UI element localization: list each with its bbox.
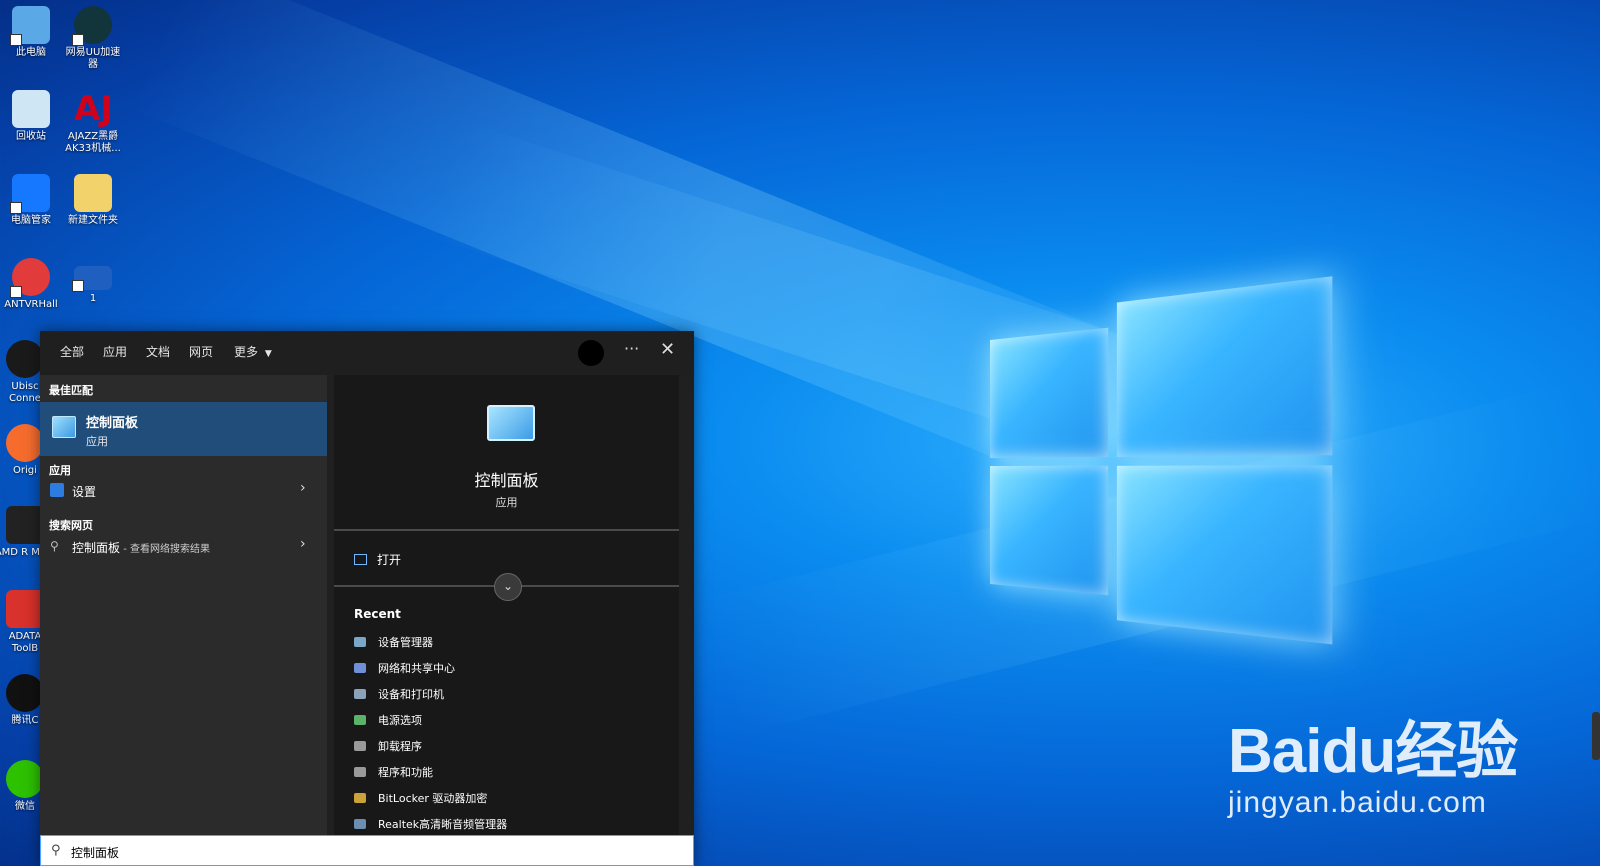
- power-icon: [354, 715, 366, 725]
- search-tabs-bar: 全部 应用 文档 网页 更多 ▼ ··· ✕: [40, 331, 694, 378]
- open-icon: [354, 554, 367, 565]
- amd-ryzen-icon: [6, 506, 44, 544]
- chevron-right-icon: ›: [300, 480, 306, 496]
- web-search-header: 搜索网页: [49, 519, 93, 532]
- edge-handle: [1592, 712, 1600, 760]
- avatar[interactable]: [578, 340, 604, 366]
- tab-documents[interactable]: 文档: [146, 343, 170, 360]
- preview-pane: 控制面板 应用 打开 ⌄ Recent 设备管理器 网络和共享中心 设备和打印机…: [334, 375, 679, 835]
- recent-item[interactable]: 卸载程序: [354, 738, 422, 754]
- control-panel-icon: [52, 416, 76, 438]
- search-icon: ⚲: [51, 843, 61, 858]
- recycle-bin-icon: [12, 90, 50, 128]
- caret-down-icon: ▼: [264, 349, 272, 359]
- recent-header: Recent: [354, 607, 401, 621]
- best-match-title: 控制面板: [86, 416, 139, 431]
- recent-item[interactable]: 设备管理器: [354, 634, 433, 650]
- tab-web[interactable]: 网页: [189, 343, 213, 360]
- open-action[interactable]: 打开: [354, 551, 401, 568]
- desktop-icon-recycle-bin[interactable]: 回收站: [0, 90, 62, 143]
- desktop-icon-new-folder[interactable]: 新建文件夹: [62, 174, 124, 227]
- recent-item[interactable]: BitLocker 驱动器加密: [354, 790, 487, 806]
- desktop-icon-this-pc[interactable]: 此电脑: [0, 6, 62, 59]
- tab-apps[interactable]: 应用: [103, 343, 127, 360]
- more-options-icon[interactable]: ···: [624, 339, 639, 358]
- printer-icon: [354, 689, 366, 699]
- ajazz-icon: AJ: [74, 89, 113, 129]
- preview-title: 控制面板: [474, 471, 539, 490]
- ubisoft-icon: [6, 340, 44, 378]
- best-match-subtitle: 应用: [86, 435, 108, 448]
- tab-more[interactable]: 更多 ▼: [234, 343, 272, 360]
- web-search-item[interactable]: ⚲ 控制面板 - 查看网络搜索结果 ›: [40, 533, 327, 561]
- bitlocker-key-icon: [354, 793, 366, 803]
- network-icon: [354, 663, 366, 673]
- gear-icon: [50, 483, 64, 497]
- pc-manager-icon: [10, 174, 50, 214]
- baidu-watermark: Baidu经验 jingyan.baidu.com: [1228, 717, 1518, 819]
- device-manager-icon: [354, 637, 366, 647]
- tab-all[interactable]: 全部: [49, 343, 95, 378]
- close-icon[interactable]: ✕: [660, 339, 675, 360]
- preview-subtitle: 应用: [495, 496, 518, 509]
- antvr-icon: [10, 258, 50, 298]
- search-icon: ⚲: [50, 539, 59, 553]
- best-match-header: 最佳匹配: [49, 384, 93, 397]
- uu-accelerator-icon: [72, 6, 112, 46]
- results-list: 最佳匹配 控制面板 应用 应用 设置 › 搜索网页 ⚲ 控制面板 - 查看网络搜…: [40, 375, 327, 835]
- divider: [334, 529, 679, 531]
- qq-icon: [6, 674, 44, 712]
- monitor-icon: [72, 266, 112, 292]
- best-match-item[interactable]: 控制面板 应用: [40, 402, 327, 456]
- apps-header: 应用: [49, 464, 71, 477]
- recent-item[interactable]: Realtek高清晰音频管理器: [354, 816, 507, 832]
- desktop-icon-uu[interactable]: 网易UU加速器: [62, 6, 124, 71]
- desktop-icon-pc-manager[interactable]: 电脑管家: [0, 174, 62, 227]
- recent-item[interactable]: 设备和打印机: [354, 686, 444, 702]
- windows-logo: [990, 276, 1335, 660]
- desktop-icon-ajazz[interactable]: AJ AJAZZ黑爵AK33机械...: [62, 90, 124, 155]
- realtek-audio-icon: [354, 819, 366, 829]
- recent-item[interactable]: 程序和功能: [354, 764, 433, 780]
- recent-item[interactable]: 网络和共享中心: [354, 660, 455, 676]
- control-panel-icon: [487, 405, 535, 441]
- search-box[interactable]: ⚲: [40, 835, 694, 866]
- wechat-icon: [6, 760, 44, 798]
- adata-icon: [6, 590, 44, 628]
- desktop-icon-antvr[interactable]: ANTVRHall: [0, 258, 62, 311]
- programs-icon: [354, 767, 366, 777]
- expand-chevron-icon[interactable]: ⌄: [494, 573, 522, 601]
- uninstall-icon: [354, 741, 366, 751]
- origin-icon: [6, 424, 44, 462]
- start-search-panel: 全部 应用 文档 网页 更多 ▼ ··· ✕ 最佳匹配 控制面板 应用 应用 设…: [40, 331, 694, 866]
- search-input[interactable]: [69, 841, 673, 863]
- chevron-right-icon: ›: [300, 536, 306, 552]
- app-item-settings[interactable]: 设置 ›: [40, 477, 327, 505]
- computer-icon: [10, 6, 50, 46]
- folder-icon: [74, 174, 112, 212]
- desktop-icon-1[interactable]: 1: [62, 266, 124, 305]
- recent-item[interactable]: 电源选项: [354, 712, 422, 728]
